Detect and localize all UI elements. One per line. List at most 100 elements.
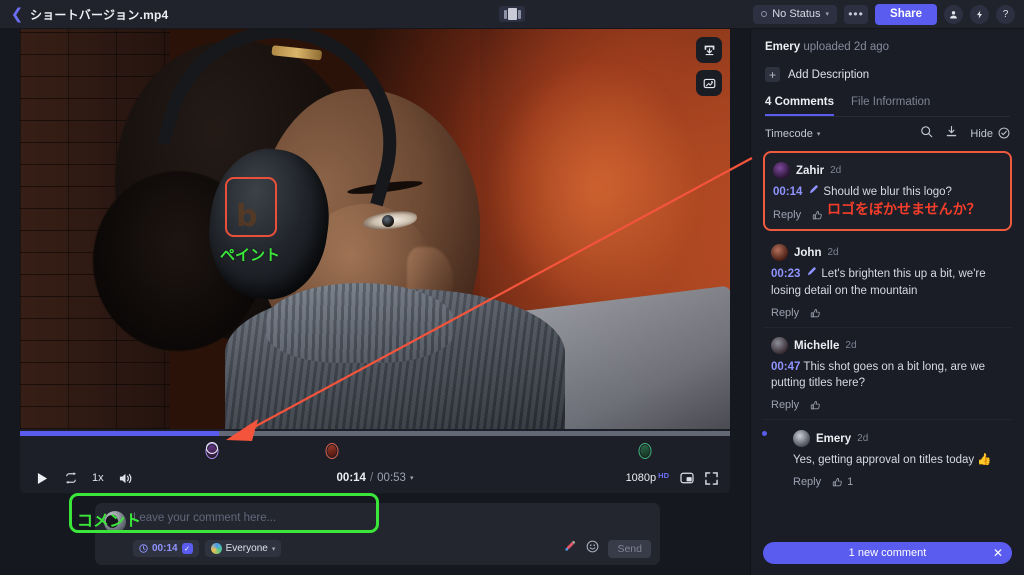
download-frame-icon[interactable] bbox=[696, 37, 722, 63]
add-description-button[interactable]: + Add Description bbox=[765, 67, 1010, 82]
send-label: Send bbox=[617, 542, 642, 555]
video-stage-wrap: b ペイント bbox=[0, 29, 750, 429]
status-dropdown[interactable]: No Status ▾ bbox=[753, 4, 838, 24]
timecode-chip[interactable]: 00:14 ✓ bbox=[133, 540, 199, 557]
audience-dropdown[interactable]: Everyone ▾ bbox=[204, 540, 282, 557]
avatar bbox=[771, 244, 788, 261]
new-comment-label: 1 new comment bbox=[848, 547, 927, 559]
back-chevron-icon[interactable]: ❮ bbox=[6, 5, 28, 23]
file-title: ショートバージョン.mp4 bbox=[30, 7, 169, 22]
compare-left-pane bbox=[503, 9, 507, 19]
thumbs-up-icon bbox=[832, 477, 842, 486]
annotation-pen-icon bbox=[806, 267, 820, 280]
comment-actions: Reply bbox=[771, 307, 1004, 319]
video-stage[interactable]: b ペイント bbox=[20, 29, 730, 429]
comment-author: Michelle bbox=[794, 339, 840, 352]
fullscreen-icon[interactable] bbox=[705, 471, 718, 485]
app-body: b ペイント 1x 00:14 / 00:53 ▾ 1080p HD Leave… bbox=[0, 29, 1024, 575]
plus-icon: + bbox=[765, 67, 780, 82]
play-button[interactable] bbox=[32, 472, 52, 485]
total-time: 00:53 bbox=[377, 472, 406, 484]
timecode-checkbox[interactable]: ✓ bbox=[181, 543, 193, 554]
composer-actions: Send bbox=[563, 539, 651, 558]
subject-pupil bbox=[382, 215, 394, 227]
comment-body: 00:23 Let's brighten this up a bit, we'r… bbox=[771, 266, 1004, 299]
marker-avatar bbox=[327, 445, 337, 457]
like-button[interactable] bbox=[810, 308, 821, 319]
share-label: Share bbox=[890, 8, 922, 20]
new-comment-banner[interactable]: 1 new comment ✕ bbox=[763, 542, 1012, 564]
timeline-marker-john[interactable] bbox=[325, 443, 339, 459]
video-review-app: ❮ ショートバージョン.mp4 No Status ▾ ••• Share ? … bbox=[0, 0, 1024, 575]
volume-button[interactable] bbox=[118, 472, 133, 485]
composer-annotation-label: コメント bbox=[77, 511, 142, 530]
chevron-down-icon: ▾ bbox=[816, 131, 821, 138]
lightning-icon[interactable] bbox=[970, 4, 989, 24]
player-controls-right: 1080p HD bbox=[626, 471, 718, 485]
reply-button[interactable]: Reply bbox=[771, 399, 799, 411]
compare-center-pane bbox=[507, 8, 517, 20]
tab-comments-label: 4 Comments bbox=[765, 96, 835, 108]
comment-input[interactable]: Leave your comment here... bbox=[133, 510, 651, 526]
timeline-playhead[interactable] bbox=[205, 442, 218, 454]
draw-icon[interactable] bbox=[563, 539, 577, 558]
close-icon[interactable]: ✕ bbox=[993, 546, 1003, 560]
help-glyph: ? bbox=[1002, 8, 1009, 20]
comment-timecode[interactable]: 00:23 bbox=[771, 268, 800, 280]
reply-button[interactable]: Reply bbox=[793, 476, 821, 488]
download-icon[interactable] bbox=[945, 125, 958, 143]
help-icon[interactable]: ? bbox=[996, 4, 1015, 24]
person-icon[interactable] bbox=[944, 4, 963, 24]
globe-icon bbox=[210, 543, 222, 554]
comment-actions: Reply 1 bbox=[793, 476, 1004, 488]
audience-label: Everyone bbox=[225, 543, 268, 554]
hide-label: Hide bbox=[970, 128, 993, 140]
quality-label: 1080p bbox=[625, 472, 657, 484]
compare-view-icon[interactable] bbox=[499, 6, 525, 22]
comments-list: Zahir 2d 00:14 Should we blur this logo? bbox=[751, 151, 1024, 575]
tab-comments[interactable]: 4 Comments bbox=[765, 96, 835, 116]
time-separator: / bbox=[369, 472, 374, 484]
check-circle-icon bbox=[998, 127, 1010, 142]
like-button[interactable] bbox=[812, 210, 823, 221]
comment-item-john[interactable]: John 2d 00:23 Let's brighten this up a b… bbox=[763, 235, 1012, 328]
timeline-progress bbox=[20, 431, 219, 436]
comment-timecode[interactable]: 00:47 bbox=[771, 361, 800, 373]
comment-timecode[interactable]: 00:14 bbox=[773, 186, 802, 198]
loop-button[interactable] bbox=[64, 472, 78, 484]
picture-in-picture-icon[interactable] bbox=[680, 472, 694, 484]
player-controls: 1x 00:14 / 00:53 ▾ 1080p HD bbox=[20, 463, 730, 493]
comment-item-zahir[interactable]: Zahir 2d 00:14 Should we blur this logo? bbox=[763, 151, 1012, 231]
comment-reply-emery[interactable]: Emery 2d Yes, getting approval on titles… bbox=[762, 420, 1012, 498]
check-glyph: ✓ bbox=[184, 545, 191, 553]
hide-resolved-button[interactable]: Hide bbox=[970, 127, 1010, 142]
playback-speed-button[interactable]: 1x bbox=[92, 472, 104, 484]
composer-footer: 00:14 ✓ Everyone ▾ Send bbox=[133, 539, 651, 558]
sort-dropdown[interactable]: Timecode ▾ bbox=[765, 128, 820, 140]
scene-subject: b bbox=[93, 29, 565, 429]
reply-button[interactable]: Reply bbox=[773, 209, 801, 221]
sidebar-header: Emery uploaded 2d ago + Add Description … bbox=[751, 29, 1024, 117]
share-button[interactable]: Share bbox=[875, 3, 937, 25]
more-options-button[interactable]: ••• bbox=[844, 4, 869, 24]
comment-item-michelle[interactable]: Michelle 2d 00:47 This shot goes on a bi… bbox=[763, 328, 1012, 420]
search-icon[interactable] bbox=[920, 125, 933, 143]
stage-tool-buttons bbox=[696, 37, 722, 96]
timeline-scrubber[interactable] bbox=[20, 429, 730, 463]
avatar bbox=[793, 430, 810, 447]
send-button[interactable]: Send bbox=[608, 539, 651, 558]
reply-button[interactable]: Reply bbox=[771, 307, 799, 319]
compare-frame-icon[interactable] bbox=[696, 70, 722, 96]
like-button[interactable]: 1 bbox=[832, 476, 853, 488]
headphone-brand-logo: b bbox=[236, 199, 258, 234]
playback-speed-label: 1x bbox=[92, 472, 104, 484]
time-display[interactable]: 00:14 / 00:53 ▾ bbox=[337, 472, 414, 484]
like-button[interactable] bbox=[810, 400, 821, 411]
quality-button[interactable]: 1080p HD bbox=[626, 472, 669, 484]
comments-toolbar: Timecode ▾ Hide bbox=[751, 117, 1024, 151]
top-bar-actions: No Status ▾ ••• Share ? bbox=[753, 3, 1024, 25]
timeline-marker-michelle[interactable] bbox=[638, 443, 652, 459]
emoji-icon[interactable] bbox=[586, 540, 599, 558]
comment-composer: Leave your comment here... 00:14 ✓ Every… bbox=[69, 493, 660, 565]
tab-file-information[interactable]: File Information bbox=[851, 96, 930, 116]
